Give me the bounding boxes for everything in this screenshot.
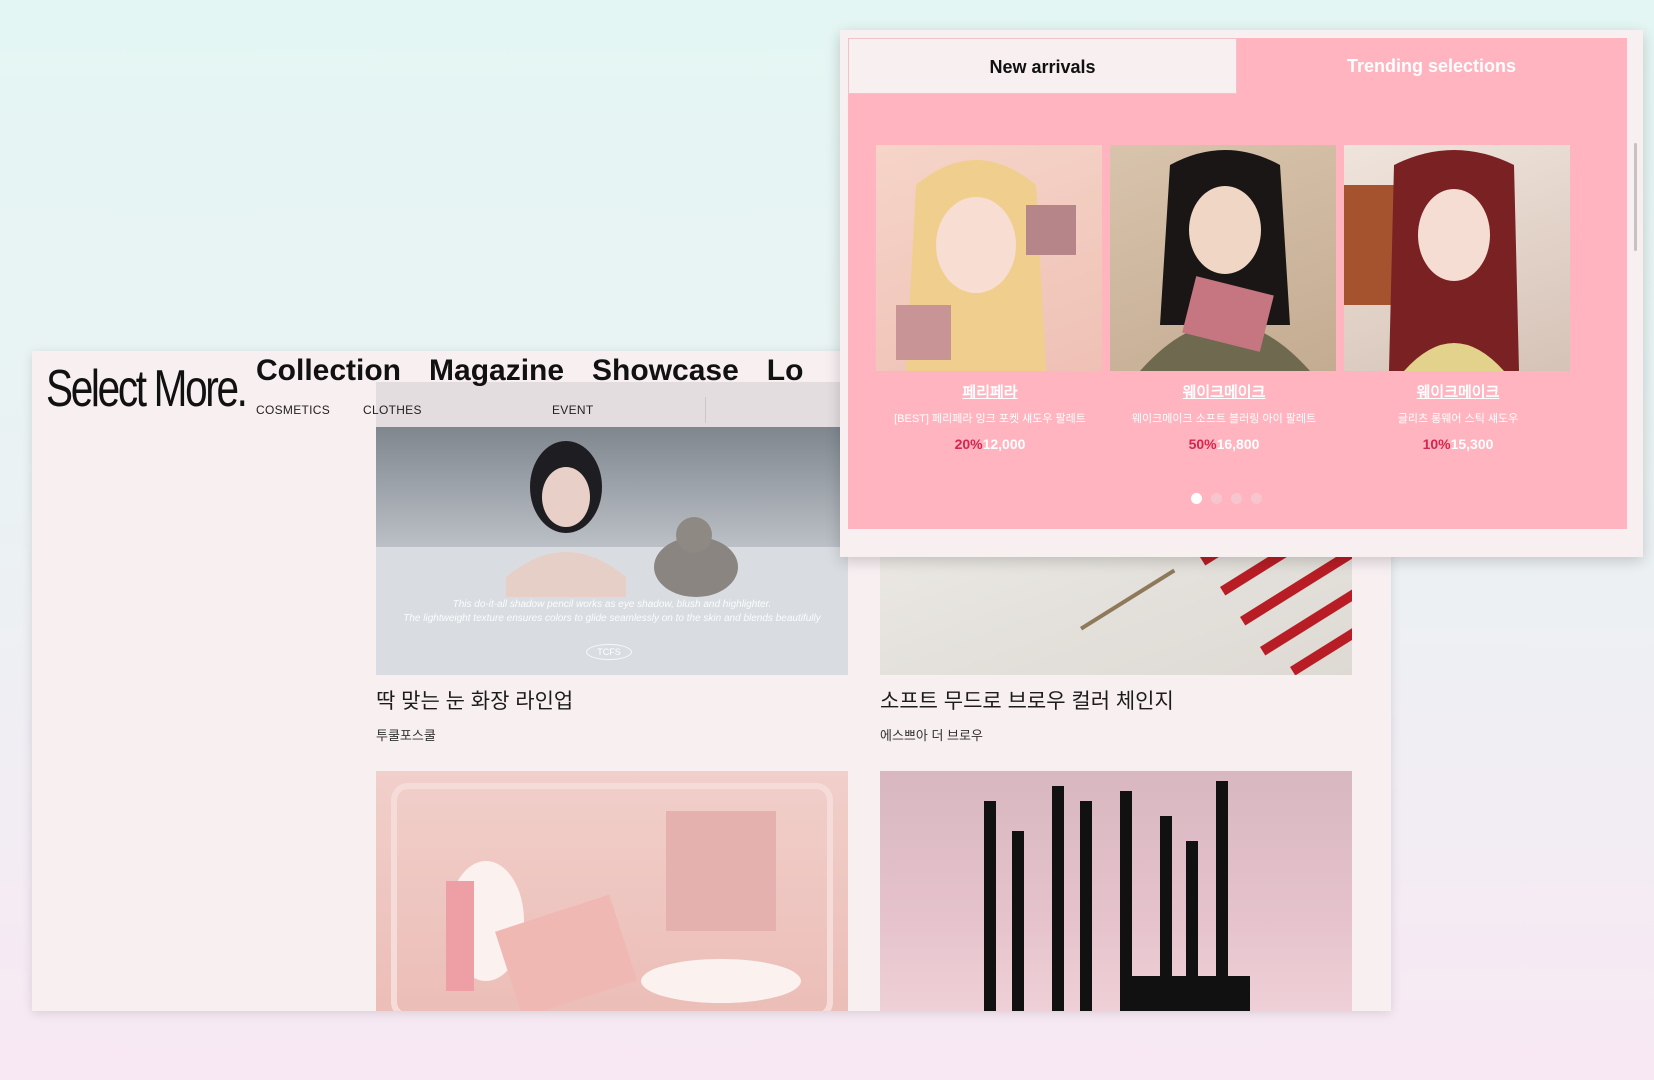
product-card[interactable]: 페리페라 [BEST] 페리페라 잉크 포켓 섀도우 팔레트 20%12,000 [876,145,1104,452]
card-title[interactable]: 소프트 무드로 브로우 컬러 체인지 [880,685,1352,715]
card-image-mascara[interactable] [880,771,1352,1011]
image-caption-2: The lightweight texture ensures colors t… [403,613,821,624]
palette-teacup-image [391,783,833,1011]
product-card[interactable]: 웨이크메이크 웨이크메이크 소프트 블러링 아이 팔레트 50%16,800 [1110,145,1338,452]
product-card[interactable]: 웨이크메이크 글리츠 롱웨어 스틱 섀도우 10%15,300 [1344,145,1572,452]
card-image-palette[interactable] [376,771,848,1011]
card-brand: 에스쁘아 더 브로우 [880,728,983,743]
brand-logo: TCFS [586,644,632,660]
carousel-dot[interactable] [1211,493,1222,504]
nav-showcase[interactable]: Showcase [592,351,739,395]
model-with-cat-image [376,441,848,675]
mascara-wands-image [984,781,1250,1011]
carousel-pagination [1191,493,1262,504]
price-amount: 12,000 [982,436,1026,452]
discount-rate: 20% [954,436,983,452]
discount-rate: 10% [1422,436,1451,452]
product-brand-link[interactable]: 페리페라 [876,381,1104,402]
nav-magazine[interactable]: Magazine [429,351,564,395]
product-image[interactable] [1344,145,1570,371]
discount-rate: 50% [1188,436,1217,452]
product-price: 50%16,800 [1110,436,1338,452]
product-name: [BEST] 페리페라 잉크 포켓 섀도우 팔레트 [894,413,1086,425]
card-title[interactable]: 딱 맞는 눈 화장 라인업 [376,685,848,715]
subnav-clothes[interactable]: CLOTHES [363,403,422,417]
site-logo[interactable]: Select More. [46,359,248,419]
product-image[interactable] [1110,145,1336,371]
product-price: 10%15,300 [1344,436,1572,452]
card-image-eye-pencil[interactable]: This do-it-all shadow pencil works as ey… [376,427,848,675]
price-amount: 16,800 [1216,436,1260,452]
product-brand-link[interactable]: 웨이크메이크 [1344,381,1572,402]
carousel-dot[interactable] [1231,493,1242,504]
subnav-event[interactable]: EVENT [552,403,594,417]
product-name: 글리츠 롱웨어 스틱 섀도우 [1397,413,1519,425]
model-blonde-image [896,160,1076,371]
product-popup: New arrivals Trending selections 페리페라 [B… [840,30,1643,557]
nav-collection[interactable]: Collection [256,351,401,395]
product-image[interactable] [876,145,1102,371]
subnav-cosmetics[interactable]: COSMETICS [256,403,330,417]
product-price: 20%12,000 [876,436,1104,452]
carousel-dot[interactable] [1191,493,1202,504]
product-name: 웨이크메이크 소프트 블러링 아이 팔레트 [1131,413,1317,425]
panel-scrollbar[interactable] [1634,143,1637,251]
magazine-card[interactable]: This do-it-all shadow pencil works as ey… [376,427,848,744]
main-nav: Collection Magazine Showcase Lo [256,351,803,395]
model-redhair-image [1344,150,1519,371]
nav-lo[interactable]: Lo [767,351,804,395]
tab-trending-selections[interactable]: Trending selections [1237,38,1626,94]
card-brand: 투쿨포스쿨 [376,728,436,743]
price-amount: 15,300 [1450,436,1494,452]
image-caption-1: This do-it-all shadow pencil works as ey… [452,599,772,610]
model-palette-image [1140,150,1310,371]
magazine-card[interactable] [376,771,848,1011]
tab-new-arrivals[interactable]: New arrivals [848,38,1237,94]
subnav-divider [705,397,706,423]
magazine-card[interactable] [880,771,1352,1011]
product-panel: New arrivals Trending selections 페리페라 [B… [848,38,1627,529]
carousel-dot[interactable] [1251,493,1262,504]
product-brand-link[interactable]: 웨이크메이크 [1110,381,1338,402]
